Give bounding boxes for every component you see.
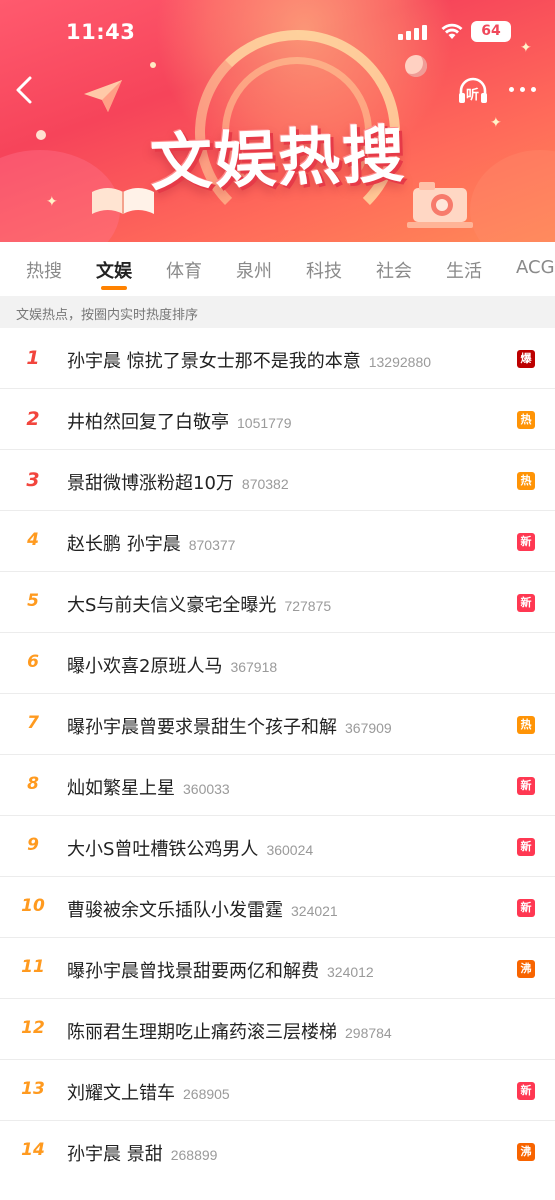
book-icon — [92, 188, 154, 214]
page-title: 文娱热搜 — [148, 117, 408, 200]
rank-number: 9 — [27, 835, 39, 855]
category-tabs: 热搜 文娱 体育 泉州 科技 社会 生活 ACG — [0, 242, 555, 296]
status-bar: 11:43 64 — [0, 0, 555, 62]
list-item[interactable]: 10 曹骏被余文乐插队小发雷霆 324021 新 — [0, 877, 555, 938]
heat-count: 870377 — [188, 537, 236, 553]
topic-title: 大S与前夫信义豪宅全曝光 — [67, 595, 277, 616]
topic-title: 陈丽君生理期吃止痛药滚三层楼梯 — [67, 1022, 337, 1043]
heat-count: 1051779 — [237, 415, 292, 431]
battery-indicator: 64 — [471, 21, 511, 42]
list-item[interactable]: 11 曝孙宇晨曾找景甜要两亿和解费 324012 沸 — [0, 938, 555, 999]
rank-number: 8 — [27, 774, 39, 794]
badge-boiling: 沸 — [517, 1143, 535, 1161]
camera-icon — [407, 182, 473, 228]
rank-number: 2 — [26, 408, 40, 430]
badge-hot: 热 — [517, 716, 535, 734]
topic-title: 孙宇晨 惊扰了景女士那不是我的本意 — [67, 351, 361, 372]
badge-new: 新 — [517, 533, 535, 551]
list-item[interactable]: 1 孙宇晨 惊扰了景女士那不是我的本意 13292880 爆 — [0, 328, 555, 389]
tab-hot[interactable]: 热搜 — [26, 257, 62, 283]
badge-hot: 热 — [517, 472, 535, 490]
topic-title: 曝孙宇晨曾要求景甜生个孩子和解 — [67, 717, 337, 738]
rank-number: 3 — [26, 469, 40, 491]
list-item[interactable]: 9 大小S曾吐槽铁公鸡男人 360024 新 — [0, 816, 555, 877]
list-item[interactable]: 2 井柏然回复了白敬亭 1051779 热 — [0, 389, 555, 450]
heat-count: 324021 — [291, 903, 338, 919]
list-item[interactable]: 14 孙宇晨 景甜 268899 沸 — [0, 1121, 555, 1182]
tab-entertainment[interactable]: 文娱 — [96, 257, 132, 283]
listen-label: 听 — [466, 88, 480, 103]
badge-explosive: 爆 — [517, 350, 535, 368]
rank-number: 5 — [27, 591, 39, 611]
badge-boiling: 沸 — [517, 960, 535, 978]
status-time: 11:43 — [66, 20, 136, 44]
tab-acg[interactable]: ACG — [516, 257, 555, 278]
heat-count: 324012 — [327, 964, 374, 980]
topic-title: 大小S曾吐槽铁公鸡男人 — [67, 839, 259, 860]
list-item[interactable]: 4 赵长鹏 孙宇晨 870377 新 — [0, 511, 555, 572]
tab-quanzhou[interactable]: 泉州 — [236, 257, 272, 283]
heat-count: 727875 — [284, 598, 332, 614]
badge-new: 新 — [517, 838, 535, 856]
list-item[interactable]: 3 景甜微博涨粉超10万 870382 热 — [0, 450, 555, 511]
rank-number: 7 — [27, 713, 39, 733]
list-item[interactable]: 8 灿如繁星上星 360033 新 — [0, 755, 555, 816]
list-item[interactable]: 7 曝孙宇晨曾要求景甜生个孩子和解 367909 热 — [0, 694, 555, 755]
badge-hot: 热 — [517, 411, 535, 429]
heat-count: 268899 — [170, 1147, 218, 1163]
badge-new: 新 — [517, 594, 535, 612]
tab-tech[interactable]: 科技 — [306, 257, 342, 283]
badge-new: 新 — [517, 899, 535, 917]
topic-title: 曝孙宇晨曾找景甜要两亿和解费 — [67, 961, 319, 982]
rank-number: 11 — [21, 957, 45, 977]
header-banner: ✦ ✦ ✦ 11:43 64 听 文娱热搜 — [0, 0, 555, 242]
topic-title: 刘耀文上错车 — [67, 1083, 175, 1104]
badge-new: 新 — [517, 1082, 535, 1100]
listen-button[interactable]: 听 — [456, 74, 490, 108]
banner-blob — [470, 150, 555, 242]
tab-society[interactable]: 社会 — [376, 257, 412, 283]
list-item[interactable]: 5 大S与前夫信义豪宅全曝光 727875 新 — [0, 572, 555, 633]
decoration-dot — [36, 130, 46, 140]
topic-title: 曹骏被余文乐插队小发雷霆 — [67, 900, 283, 921]
back-button[interactable] — [10, 72, 40, 108]
heat-count: 13292880 — [368, 354, 432, 370]
tab-sports[interactable]: 体育 — [166, 257, 202, 283]
rank-number: 4 — [27, 530, 39, 550]
topic-title: 井柏然回复了白敬亭 — [67, 412, 229, 433]
active-tab-indicator — [101, 286, 127, 290]
rank-number: 13 — [21, 1079, 45, 1099]
topic-title: 曝小欢喜2原班人马 — [67, 656, 223, 677]
heat-count: 367909 — [345, 720, 392, 736]
rank-number: 12 — [21, 1018, 45, 1038]
decoration-dot — [150, 62, 156, 68]
list-description-text: 文娱热点，按圈内实时热度排序 — [16, 308, 199, 323]
rank-number: 14 — [21, 1140, 45, 1160]
list-item[interactable]: 12 陈丽君生理期吃止痛药滚三层楼梯 298784 — [0, 999, 555, 1060]
heat-count: 268905 — [183, 1086, 230, 1102]
sparkle-icon: ✦ — [490, 115, 502, 131]
list-description: 文娱热点，按圈内实时热度排序 — [0, 296, 555, 328]
more-button[interactable] — [505, 80, 541, 100]
heat-count: 298784 — [345, 1025, 392, 1041]
rank-number: 1 — [26, 347, 40, 369]
tab-life[interactable]: 生活 — [446, 257, 482, 283]
rank-number: 10 — [21, 896, 45, 916]
heat-count: 367918 — [230, 659, 278, 675]
list-item[interactable]: 13 刘耀文上错车 268905 新 — [0, 1060, 555, 1121]
topic-title: 景甜微博涨粉超10万 — [67, 473, 234, 494]
heat-count: 870382 — [241, 476, 289, 492]
wifi-icon — [441, 23, 463, 39]
list-item[interactable]: 6 曝小欢喜2原班人马 367918 — [0, 633, 555, 694]
topic-title: 赵长鹏 孙宇晨 — [67, 534, 181, 555]
topic-title: 灿如繁星上星 — [67, 778, 175, 799]
badge-new: 新 — [517, 777, 535, 795]
topic-title: 孙宇晨 景甜 — [67, 1144, 163, 1165]
paper-plane-icon — [84, 80, 122, 112]
heat-count: 360024 — [266, 842, 314, 858]
rank-number: 6 — [27, 652, 39, 672]
sparkle-icon: ✦ — [46, 194, 58, 210]
signal-icon — [398, 24, 428, 40]
heat-count: 360033 — [183, 781, 230, 797]
